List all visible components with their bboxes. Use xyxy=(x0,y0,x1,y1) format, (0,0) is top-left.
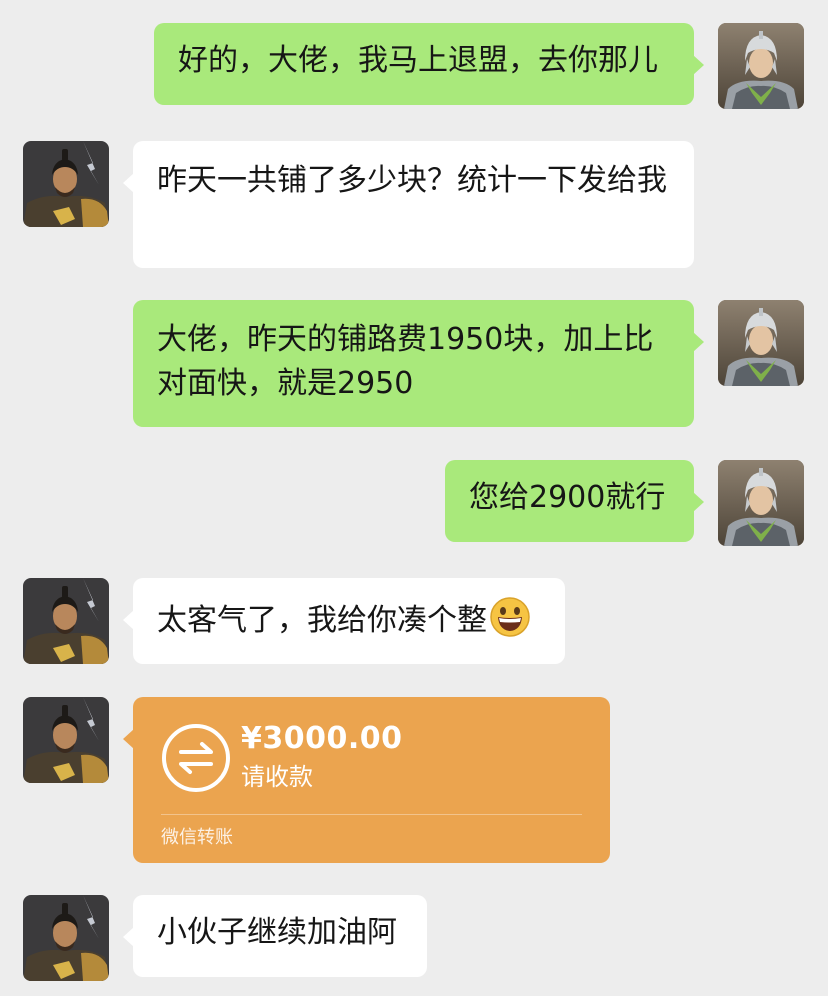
message-text: 小伙子继续加油阿 xyxy=(157,915,397,950)
message-bubble-self[interactable]: 您给2900就行 xyxy=(445,460,704,542)
contact-avatar[interactable] xyxy=(23,141,109,227)
contact-avatar[interactable] xyxy=(23,578,109,664)
message-text: 好的，大佬，我马上退盟，去你那儿 xyxy=(178,43,658,78)
divider xyxy=(161,814,582,815)
transfer-arrows-icon xyxy=(161,723,231,793)
transfer-footer-label: 微信转账 xyxy=(161,827,233,848)
grinning-face-icon xyxy=(489,596,531,638)
message-text: 大佬，昨天的铺路费1950块，加上比对面快，就是2950 xyxy=(157,322,654,401)
contact-avatar[interactable] xyxy=(23,895,109,981)
message-text: 昨天一共铺了多少块？统计一下发给我 xyxy=(157,163,667,198)
self-avatar[interactable] xyxy=(718,460,804,546)
contact-avatar[interactable] xyxy=(23,697,109,783)
message-text: 您给2900就行 xyxy=(469,480,666,515)
transfer-amount: ¥3000.00 xyxy=(241,721,403,756)
message-bubble-other[interactable]: 太客气了，我给你凑个整 xyxy=(123,578,565,664)
message-text: 太客气了，我给你凑个整 xyxy=(157,603,487,638)
wechat-transfer-card[interactable]: ¥3000.00 请收款 微信转账 xyxy=(123,697,610,863)
message-bubble-self[interactable]: 好的，大佬，我马上退盟，去你那儿 xyxy=(154,23,704,105)
message-bubble-other[interactable]: 昨天一共铺了多少块？统计一下发给我 xyxy=(123,141,694,268)
self-avatar[interactable] xyxy=(718,23,804,109)
message-bubble-self[interactable]: 大佬，昨天的铺路费1950块，加上比对面快，就是2950 xyxy=(133,300,704,427)
message-bubble-other[interactable]: 小伙子继续加油阿 xyxy=(123,895,427,977)
self-avatar[interactable] xyxy=(718,300,804,386)
transfer-status: 请收款 xyxy=(241,763,313,791)
